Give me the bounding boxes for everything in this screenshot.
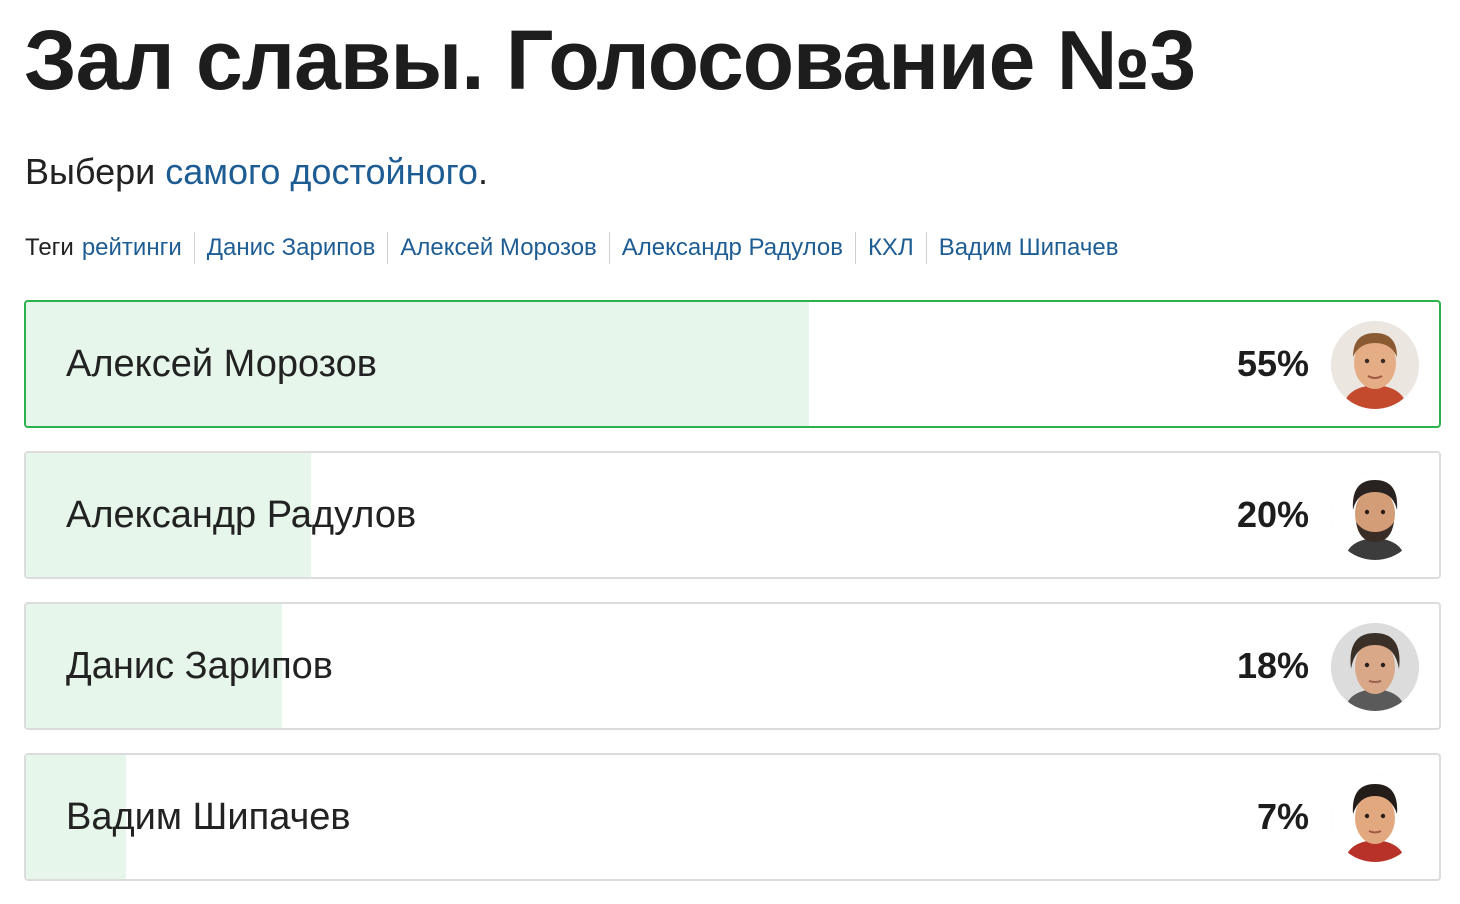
tag-link-radulov[interactable]: Александр Радулов [608, 232, 855, 264]
poll: Алексей Морозов 55% Александр Радулов 20… [24, 300, 1441, 904]
poll-option-zaripov[interactable]: Данис Зарипов 18% [24, 602, 1441, 730]
poll-option-radulov[interactable]: Александр Радулов 20% [24, 451, 1441, 579]
poll-option-name: Александр Радулов [66, 493, 417, 536]
lead-link[interactable]: самого достойного [165, 151, 478, 192]
poll-option-percent: 18% [1236, 645, 1309, 686]
tags-label: Теги [25, 234, 74, 261]
player-avatar [1331, 623, 1419, 711]
page-title: Зал славы. Голосование №3 [24, 13, 1196, 107]
poll-option-name: Вадим Шипачев [66, 795, 351, 838]
tag-link-shipachev[interactable]: Вадим Шипачев [925, 232, 1131, 264]
player-avatar [1331, 774, 1419, 862]
lead-suffix: . [477, 151, 488, 192]
tag-link-khl[interactable]: КХЛ [854, 232, 926, 264]
poll-option-name: Алексей Морозов [66, 342, 377, 385]
poll-option-shipachev[interactable]: Вадим Шипачев 7% [24, 753, 1441, 881]
page: Зал славы. Голосование №3 Выбери самого … [0, 0, 1460, 902]
poll-option-morozov[interactable]: Алексей Морозов 55% [24, 300, 1441, 428]
poll-option-percent: 55% [1236, 343, 1309, 384]
lead-prefix: Выбери [25, 151, 166, 192]
tag-link-zaripov[interactable]: Данис Зарипов [193, 232, 388, 264]
lead-text: Выбери самого достойного. [25, 150, 488, 194]
tag-link-ratings[interactable]: рейтинги [82, 232, 194, 264]
poll-option-name: Данис Зарипов [66, 644, 333, 687]
player-avatar [1331, 321, 1419, 409]
tags-bar: Теги рейтинги Данис Зарипов Алексей Моро… [25, 232, 1130, 264]
poll-option-percent: 20% [1236, 494, 1309, 535]
player-avatar [1331, 472, 1419, 560]
tag-link-morozov[interactable]: Алексей Морозов [387, 232, 608, 264]
poll-option-percent: 7% [1256, 796, 1309, 837]
